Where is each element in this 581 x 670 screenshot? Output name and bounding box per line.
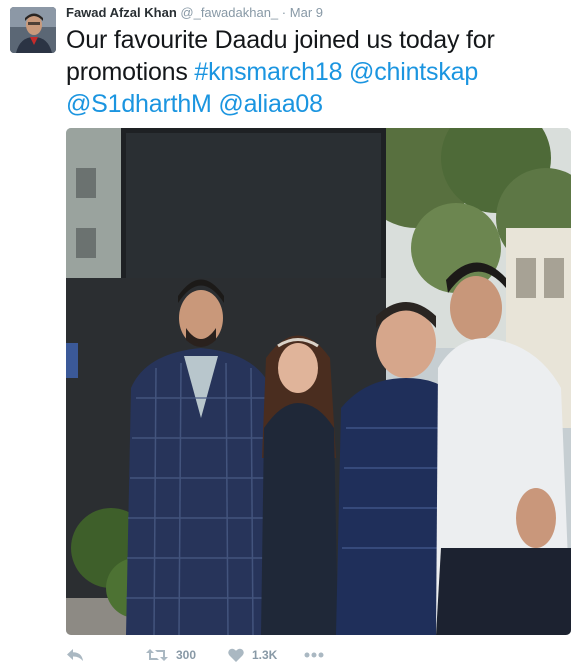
hashtag-link[interactable]: #knsmarch18 [194, 58, 342, 86]
heart-icon [228, 648, 244, 662]
tweet-header: Fawad Afzal Khan @_fawadakhan_ · Mar 9 [66, 5, 323, 21]
like-button[interactable]: 1.3K [228, 644, 277, 666]
tweet-date[interactable]: Mar 9 [290, 5, 323, 20]
retweet-icon [146, 649, 168, 661]
mention-link[interactable]: @S1dharthM [66, 90, 212, 118]
tweet-actions: 300 1.3K [66, 644, 571, 666]
reply-button[interactable] [66, 644, 92, 666]
retweet-count: 300 [176, 648, 197, 662]
author-avatar[interactable] [10, 7, 56, 53]
author-handle[interactable]: @_fawadakhan_ [180, 5, 278, 20]
more-icon [304, 652, 324, 658]
separator-dot: · [281, 5, 287, 20]
more-button[interactable] [304, 644, 332, 666]
like-count: 1.3K [252, 648, 278, 662]
reply-icon [67, 649, 83, 661]
mention-link[interactable]: @aliaa08 [218, 90, 323, 118]
author-name[interactable]: Fawad Afzal Khan [66, 5, 177, 20]
mention-link[interactable]: @chintskap [349, 58, 478, 86]
tweet-card: Fawad Afzal Khan @_fawadakhan_ · Mar 9 O… [0, 0, 581, 670]
retweet-button[interactable]: 300 [146, 644, 196, 666]
tweet-text: Our favourite Daadu joined us today for … [66, 24, 571, 120]
tweet-photo[interactable] [66, 128, 571, 635]
